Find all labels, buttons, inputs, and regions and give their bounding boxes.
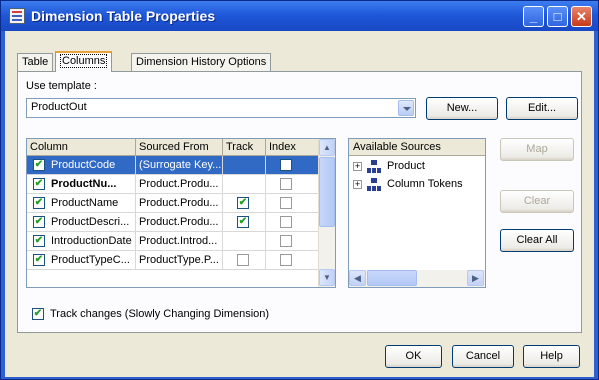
column-name: ProductDescri...: [51, 216, 130, 228]
ok-button[interactable]: OK: [385, 345, 442, 368]
track-checkbox[interactable]: ✔: [237, 216, 249, 228]
index-checkbox[interactable]: [280, 178, 292, 190]
source-cell: Product.Introd...: [136, 232, 223, 251]
tab-columns[interactable]: Columns: [55, 51, 113, 72]
grid-header: Column Sourced From Track Index: [27, 139, 319, 156]
dialog-client-area: Table Columns Dimension History Options …: [5, 31, 594, 377]
track-checkbox[interactable]: ✔: [237, 197, 249, 209]
help-button[interactable]: Help: [523, 345, 580, 368]
source-cell: (Surrogate Key...: [136, 156, 223, 175]
columns-grid[interactable]: Column Sourced From Track Index ✔ Product…: [26, 138, 336, 288]
expand-icon[interactable]: +: [353, 180, 362, 189]
scroll-thumb[interactable]: [319, 157, 335, 227]
index-checkbox[interactable]: [280, 159, 292, 171]
table-row[interactable]: ✔ ProductNu... Product.Produ...: [27, 175, 319, 194]
expand-icon[interactable]: +: [353, 162, 362, 171]
track-checkbox[interactable]: [237, 254, 249, 266]
column-name: ProductCode: [51, 159, 116, 171]
track-header[interactable]: Track: [223, 139, 266, 156]
track-changes-label: Track changes (Slowly Changing Dimension…: [50, 308, 270, 320]
available-sources-header: Available Sources: [349, 139, 485, 156]
column-header[interactable]: Column: [27, 139, 136, 156]
enabled-checkbox[interactable]: ✔: [33, 197, 45, 209]
columns-tab-panel: Use template : ProductOut New... Edit...…: [17, 71, 582, 333]
scroll-left-icon[interactable]: ◀: [349, 270, 366, 286]
enabled-checkbox[interactable]: ✔: [33, 235, 45, 247]
index-checkbox[interactable]: [280, 235, 292, 247]
index-header[interactable]: Index: [266, 139, 319, 156]
source-cell: Product.Produ...: [136, 194, 223, 213]
grid-vertical-scrollbar[interactable]: ▲ ▼: [318, 139, 335, 287]
scroll-up-icon[interactable]: ▲: [319, 139, 335, 156]
track-changes-checkbox[interactable]: ✔: [32, 308, 44, 320]
window-title: Dimension Table Properties: [31, 8, 216, 24]
table-row[interactable]: ✔ ProductName Product.Produ... ✔: [27, 194, 319, 213]
hierarchy-icon: [367, 178, 381, 191]
scroll-thumb[interactable]: [367, 270, 417, 286]
tree-horizontal-scrollbar[interactable]: ◀ ▶: [349, 270, 485, 287]
column-name: IntroductionDate: [51, 235, 132, 247]
app-icon: [9, 8, 25, 24]
column-name: ProductName: [51, 197, 119, 209]
enabled-checkbox[interactable]: ✔: [33, 254, 45, 266]
dialog-window: Dimension Table Properties _ □ ✕ Table C…: [0, 0, 599, 380]
hierarchy-icon: [367, 160, 381, 173]
template-value: ProductOut: [31, 101, 87, 113]
tab-dimension-history-options[interactable]: Dimension History Options: [131, 53, 272, 71]
maximize-button[interactable]: □: [547, 6, 568, 27]
chevron-down-icon[interactable]: [398, 100, 414, 116]
clear-button[interactable]: Clear: [500, 190, 574, 213]
track-cell: [223, 175, 266, 194]
minimize-button[interactable]: _: [523, 6, 544, 27]
available-sources-tree[interactable]: Available Sources + Product + Column Tok…: [348, 138, 486, 288]
cancel-button[interactable]: Cancel: [452, 345, 514, 368]
index-checkbox[interactable]: [280, 197, 292, 209]
column-name: ProductTypeC...: [51, 254, 130, 266]
use-template-label: Use template :: [26, 80, 97, 92]
enabled-checkbox[interactable]: ✔: [33, 216, 45, 228]
track-cell: [223, 156, 266, 175]
index-checkbox[interactable]: [280, 254, 292, 266]
table-row[interactable]: ✔ ProductCode (Surrogate Key...: [27, 156, 319, 175]
sourced-from-header[interactable]: Sourced From: [136, 139, 223, 156]
enabled-checkbox[interactable]: ✔: [33, 159, 45, 171]
close-button[interactable]: ✕: [571, 6, 592, 27]
enabled-checkbox[interactable]: ✔: [33, 178, 45, 190]
source-cell: Product.Produ...: [136, 213, 223, 232]
column-name: ProductNu...: [51, 178, 117, 190]
scroll-down-icon[interactable]: ▼: [319, 269, 335, 286]
template-combobox[interactable]: ProductOut: [26, 98, 416, 118]
track-cell: [223, 232, 266, 251]
edit-template-button[interactable]: Edit...: [506, 97, 578, 120]
source-cell: ProductType.P...: [136, 251, 223, 270]
table-row[interactable]: ✔ ProductTypeC... ProductType.P...: [27, 251, 319, 270]
map-button[interactable]: Map: [500, 138, 574, 161]
index-checkbox[interactable]: [280, 216, 292, 228]
tab-table[interactable]: Table: [17, 53, 54, 71]
title-bar[interactable]: Dimension Table Properties _ □ ✕: [1, 1, 598, 31]
source-cell: Product.Produ...: [136, 175, 223, 194]
scroll-right-icon[interactable]: ▶: [467, 270, 484, 286]
table-row[interactable]: ✔ ProductDescri... Product.Produ... ✔: [27, 213, 319, 232]
clear-all-button[interactable]: Clear All: [500, 229, 574, 252]
new-template-button[interactable]: New...: [426, 97, 498, 120]
table-row[interactable]: ✔ IntroductionDate Product.Introd...: [27, 232, 319, 251]
